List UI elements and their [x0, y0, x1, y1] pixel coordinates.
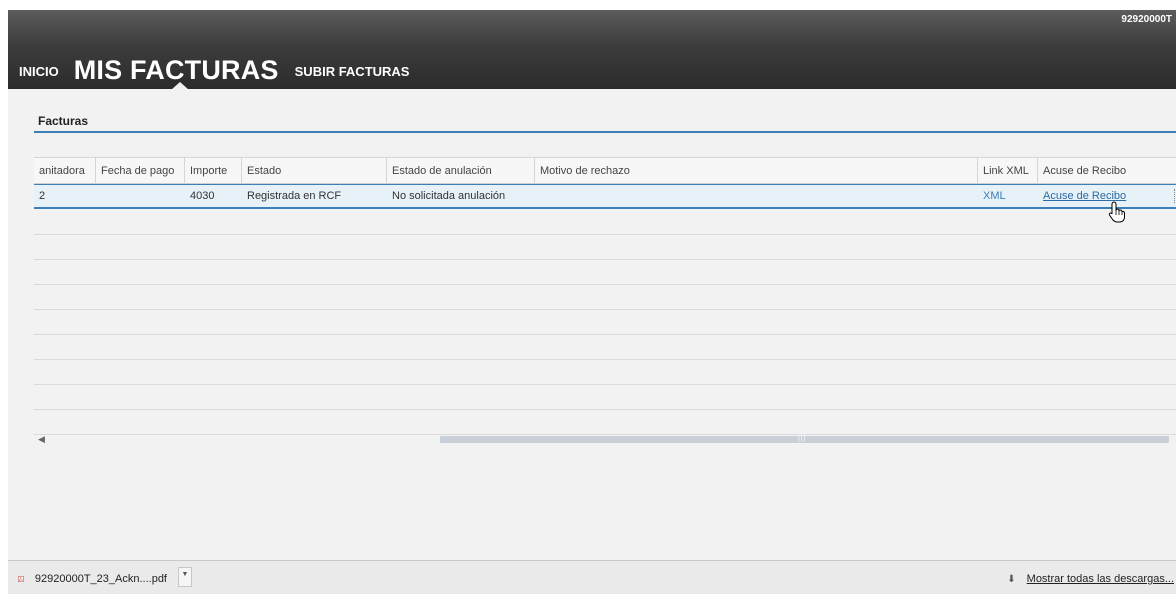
empty-row: [34, 310, 1176, 335]
grid-header: anitadora Fecha de pago Importe Estado E…: [34, 157, 1176, 184]
column-header-tramitadora[interactable]: anitadora: [34, 158, 96, 184]
column-header-link-xml[interactable]: Link XML: [978, 158, 1038, 184]
column-header-motivo-rechazo[interactable]: Motivo de rechazo: [535, 158, 978, 184]
empty-row: [34, 385, 1176, 410]
cell-estado: Registrada en RCF: [247, 190, 342, 202]
main-nav: INICIO MIS FACTURAS SUBIR FACTURAS: [19, 50, 409, 86]
nav-subir-facturas[interactable]: SUBIR FACTURAS: [295, 64, 410, 79]
empty-row: [34, 410, 1176, 435]
table-row[interactable]: 2 4030 Registrada en RCF No solicitada a…: [34, 184, 1176, 209]
top-bar: 92920000T INICIO MIS FACTURAS SUBIR FACT…: [8, 10, 1176, 90]
section-divider: [34, 131, 1176, 133]
download-item[interactable]: 92920000T_23_Ackn....pdf: [11, 566, 167, 591]
cell-importe: 4030: [190, 190, 215, 202]
app-window: 92920000T INICIO MIS FACTURAS SUBIR FACT…: [8, 10, 1176, 560]
horizontal-scrollbar[interactable]: ◀ |||: [34, 434, 1176, 446]
user-id: 92920000T: [1121, 14, 1172, 25]
section-title: Facturas: [38, 114, 89, 128]
chevron-down-icon: ▼: [181, 571, 189, 578]
cell-acuse-recibo: Acuse de Recibo: [1038, 185, 1172, 207]
scrollbar-thumb[interactable]: |||: [440, 435, 1169, 443]
xml-link[interactable]: XML: [978, 185, 1038, 207]
column-header-fecha-pago[interactable]: Fecha de pago: [96, 158, 185, 184]
show-all-downloads-link[interactable]: ⬇ Mostrar todas las descargas...: [1007, 573, 1174, 585]
column-header-importe[interactable]: Importe: [185, 158, 242, 184]
empty-row: [34, 210, 1176, 235]
empty-row: [34, 235, 1176, 260]
cell-fecha-pago: [96, 185, 185, 207]
show-all-downloads-label: Mostrar todas las descargas...: [1026, 573, 1174, 585]
column-header-acuse-recibo[interactable]: Acuse de Recibo: [1038, 158, 1176, 184]
nav-inicio[interactable]: INICIO: [19, 64, 59, 79]
download-bar: 92920000T_23_Ackn....pdf ▼ ⬇ Mostrar tod…: [8, 560, 1176, 594]
cell-tramitadora: 2: [39, 190, 46, 202]
column-header-estado-anulacion[interactable]: Estado de anulación: [387, 158, 535, 184]
active-tab-indicator: [171, 82, 189, 90]
column-header-estado[interactable]: Estado: [242, 158, 387, 184]
pdf-icon: [18, 575, 24, 582]
download-file-name: 92920000T_23_Ackn....pdf: [34, 572, 167, 585]
empty-row: [34, 360, 1176, 385]
hand-cursor-icon: [1108, 201, 1125, 223]
empty-row: [34, 285, 1176, 310]
empty-row: [34, 335, 1176, 360]
grip-icon: |||: [798, 435, 807, 442]
download-arrow-icon: ⬇: [1007, 574, 1016, 585]
scroll-left-icon[interactable]: ◀: [38, 434, 45, 445]
cell-motivo-rechazo: [535, 185, 978, 207]
cell-estado-anulacion: No solicitada anulación: [392, 190, 506, 202]
download-options-button[interactable]: ▼: [178, 567, 192, 587]
invoice-grid: anitadora Fecha de pago Importe Estado E…: [34, 157, 1176, 447]
empty-row: [34, 260, 1176, 285]
